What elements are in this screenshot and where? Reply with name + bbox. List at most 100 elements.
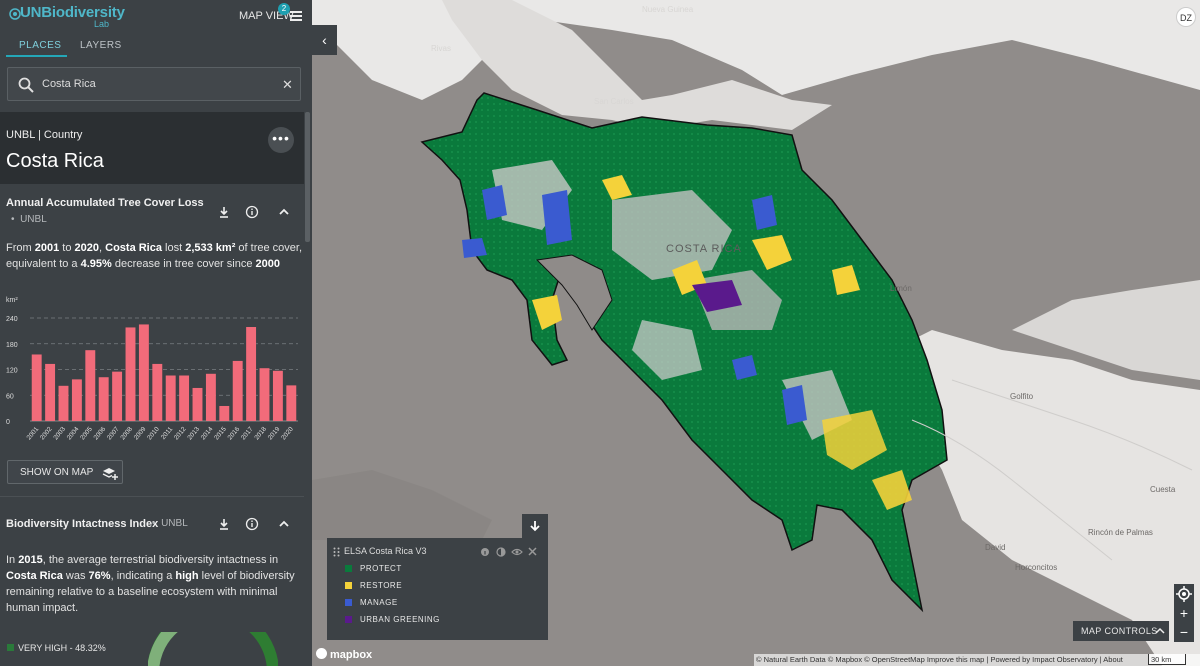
tree-cover-loss-source: • UNBL: [11, 214, 47, 225]
user-avatar[interactable]: DZ: [1176, 7, 1196, 27]
x-tick-label: 2013: [186, 425, 201, 441]
sidebar-tabs: PLACES LAYERS: [0, 34, 312, 58]
bar-2016: [232, 360, 243, 421]
bar-2001: [31, 354, 42, 421]
place-header: UNBL | Country Costa Rica •••: [0, 112, 304, 184]
bar-2018: [259, 368, 270, 421]
bar-2008: [125, 327, 136, 421]
x-tick-label: 2018: [253, 425, 268, 441]
source-separator: •: [11, 214, 15, 225]
x-tick-label: 2014: [200, 425, 215, 441]
search-icon: [18, 77, 34, 93]
x-tick-label: 2009: [133, 425, 148, 441]
layer-visibility-icon[interactable]: [511, 548, 523, 556]
sidebar-scrollbar-thumb[interactable]: [305, 112, 310, 242]
x-tick-label: 2001: [26, 425, 41, 441]
intactness-donut-chart: [148, 632, 278, 666]
map-attribution[interactable]: © Natural Earth Data © Mapbox © OpenStre…: [754, 654, 1200, 666]
map-controls-button[interactable]: MAP CONTROLS: [1073, 621, 1169, 641]
source-name: UNBL: [20, 214, 47, 225]
bar-2017: [246, 327, 257, 421]
bar-2012: [179, 375, 190, 421]
map-view-count-badge: 2: [278, 3, 290, 15]
drag-handle-icon[interactable]: [333, 547, 340, 557]
legend-collapse-button[interactable]: [522, 514, 548, 538]
x-tick-label: 2016: [227, 425, 242, 441]
map-label-golfito: Golfito: [1010, 392, 1034, 401]
mapbox-logo[interactable]: mapbox: [316, 648, 372, 661]
legend-item-restore: RESTORE: [345, 581, 402, 590]
x-tick-label: 2007: [106, 425, 121, 441]
collapse-chevron-icon[interactable]: [277, 205, 291, 219]
map-country-label: COSTA RICA: [666, 243, 742, 255]
y-tick-label: 0: [6, 419, 10, 426]
x-tick-label: 2015: [213, 425, 228, 441]
map-label-san-carlos: San Carlos: [594, 97, 634, 106]
layer-remove-icon[interactable]: [528, 547, 537, 556]
x-tick-label: 2010: [146, 425, 161, 441]
layer-legend-panel: ELSA Costa Rica V3 PROTECT RESTORE MANAG…: [327, 538, 548, 640]
zoom-out-button[interactable]: −: [1174, 623, 1194, 642]
x-tick-label: 2004: [66, 425, 81, 441]
tree-cover-loss-chart: km²0601201802402001200220032004200520062…: [6, 297, 298, 441]
collapse-chevron-icon[interactable]: [277, 517, 291, 531]
y-tick-label: 180: [6, 342, 18, 349]
x-tick-label: 2003: [52, 425, 67, 441]
map-label-horconcitos: Horconcitos: [1015, 563, 1058, 572]
x-tick-label: 2006: [93, 425, 108, 441]
map-scale-bar: 30 km: [1148, 654, 1186, 665]
info-icon[interactable]: [245, 517, 259, 531]
app-logo[interactable]: UNBiodiversity Lab: [8, 3, 138, 29]
download-icon[interactable]: [217, 205, 231, 219]
collapse-sidebar-button[interactable]: ‹: [312, 25, 337, 55]
sidebar-topbar: UNBiodiversity Lab MAP VIEW 2: [0, 0, 312, 32]
bar-2020: [286, 385, 297, 421]
active-tab-indicator: [6, 55, 67, 57]
download-icon[interactable]: [217, 517, 231, 531]
biodiversity-intactness-title: Biodiversity Intactness Index: [6, 518, 159, 530]
show-on-map-button[interactable]: SHOW ON MAP: [7, 460, 123, 484]
x-tick-label: 2012: [173, 425, 188, 441]
zoom-in-button[interactable]: +: [1174, 604, 1194, 623]
bar-2013: [192, 387, 203, 421]
x-tick-label: 2019: [267, 425, 282, 441]
clear-search-icon[interactable]: ✕: [282, 77, 293, 93]
bar-2006: [98, 377, 109, 421]
bar-2003: [58, 385, 69, 421]
bar-2011: [165, 375, 176, 421]
bar-2002: [45, 363, 56, 421]
info-icon[interactable]: [245, 205, 259, 219]
layer-legend-title: ELSA Costa Rica V3: [344, 546, 427, 556]
y-tick-label: 120: [6, 368, 18, 375]
arrow-down-icon: [530, 521, 540, 532]
tab-layers[interactable]: LAYERS: [80, 40, 122, 51]
bar-2009: [138, 324, 149, 421]
x-tick-label: 2017: [240, 425, 255, 441]
show-on-map-label: SHOW ON MAP: [20, 467, 94, 478]
menu-icon[interactable]: [290, 11, 302, 21]
x-tick-label: 2005: [79, 425, 94, 441]
legend-item-manage: MANAGE: [345, 598, 398, 607]
sidebar: UNBiodiversity Lab MAP VIEW 2 PLACES LAY…: [0, 0, 312, 666]
tree-cover-loss-summary: From 2001 to 2020, Costa Rica lost 2,533…: [6, 242, 303, 270]
crosshair-icon: [1176, 586, 1192, 602]
bar-2014: [205, 373, 216, 421]
x-tick-label: 2020: [280, 425, 295, 441]
map-label-cuesta: Cuesta: [1150, 485, 1176, 494]
tab-places[interactable]: PLACES: [19, 40, 61, 51]
map-label-nueva-guinea: Nueva Guinea: [642, 5, 694, 14]
search-input[interactable]: [42, 75, 272, 93]
locate-button[interactable]: [1174, 584, 1194, 604]
layer-info-icon[interactable]: [481, 548, 489, 556]
app-root: Nueva Guinea Rivas San Carlos Limón Golf…: [0, 0, 1200, 666]
y-axis-unit-label: km²: [6, 297, 18, 304]
more-options-button[interactable]: •••: [268, 127, 294, 153]
search-box: ✕: [7, 67, 301, 101]
layer-opacity-icon[interactable]: [496, 547, 506, 557]
legend-item-protect: PROTECT: [345, 564, 402, 573]
bar-2005: [85, 350, 96, 421]
map-label-limon: Limón: [890, 284, 912, 293]
map-label-david: David: [985, 543, 1006, 552]
add-layer-icon: [102, 468, 118, 480]
place-type-label: UNBL | Country: [6, 129, 83, 141]
